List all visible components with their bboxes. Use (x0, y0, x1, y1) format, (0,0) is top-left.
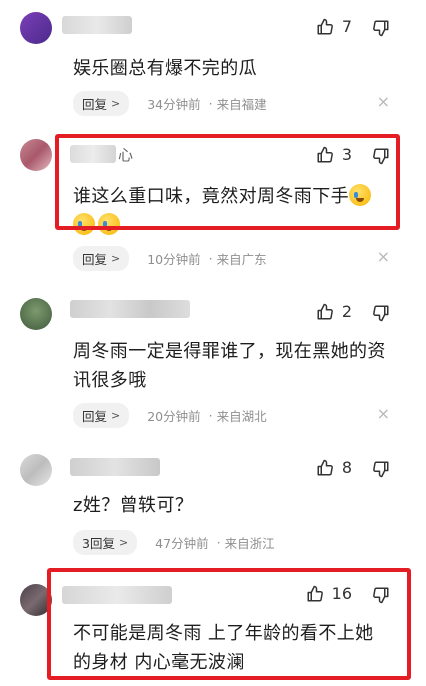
close-icon[interactable]: × (377, 92, 390, 111)
username-blurred[interactable] (70, 458, 160, 476)
like-button[interactable]: 7 (316, 17, 352, 36)
comment-text: z姓？曾轶可？ (73, 495, 194, 516)
like-count: 3 (341, 145, 352, 164)
like-count: 2 (341, 302, 352, 321)
crying-laugh-emoji (349, 184, 371, 206)
thumbs-down-icon[interactable] (372, 304, 390, 322)
thumbs-up-icon (317, 303, 333, 319)
username-fragment: 心 (118, 146, 134, 164)
avatar[interactable] (20, 139, 52, 171)
comment-time: 34分钟前 (147, 97, 201, 112)
reply-button[interactable]: 回复 > (73, 91, 130, 116)
close-icon[interactable]: × (377, 404, 390, 423)
separator: · (208, 251, 213, 266)
thumbs-down-icon[interactable] (372, 586, 390, 604)
comment-location: 来自湖北 (216, 409, 267, 424)
comment-meta: 回复 > 34分钟前 · 来自福建 (73, 91, 267, 116)
emoji-row (73, 213, 123, 235)
like-count: 16 (331, 584, 352, 603)
thumbs-up-icon (317, 18, 333, 34)
comment-text: 不可能是周冬雨 上了年龄的看不上她的身材 内心毫无波澜 (73, 623, 374, 673)
reply-label: 回复 (82, 409, 108, 424)
comment-item: 心 3 谁这么重口味，竟然对周冬雨下手 回复 > 10分钟前 · 来自广东 × (0, 125, 426, 280)
crying-laugh-emoji (73, 213, 95, 235)
reply-button[interactable]: 回复 > (73, 246, 130, 271)
reply-button[interactable]: 回复 > (73, 403, 130, 428)
username-blurred[interactable] (70, 145, 116, 163)
comment-meta: 回复 > 20分钟前 · 来自湖北 (73, 403, 267, 428)
comment-text: 周冬雨一定是得罪谁了，现在黑她的资讯很多哦 (73, 341, 386, 391)
separator: · (216, 535, 221, 550)
comment-location: 来自广东 (216, 252, 267, 267)
username-blurred[interactable] (62, 586, 172, 604)
crying-laugh-emoji (98, 213, 120, 235)
comment-location: 来自福建 (216, 97, 267, 112)
comment-item: 7 娱乐圈总有爆不完的瓜 回复 > 34分钟前 · 来自福建 × (0, 0, 426, 125)
thumbs-up-icon (307, 585, 323, 601)
comment-meta: 回复 > 10分钟前 · 来自广东 (73, 246, 267, 271)
separator: · (208, 96, 213, 111)
comment-text: 娱乐圈总有爆不完的瓜 (73, 58, 257, 79)
comment-item: 2 周冬雨一定是得罪谁了，现在黑她的资讯很多哦 回复 > 20分钟前 · 来自湖… (0, 280, 426, 440)
comment-time: 10分钟前 (147, 252, 201, 267)
thumbs-down-icon[interactable] (372, 19, 390, 37)
close-icon[interactable]: × (377, 247, 390, 266)
comment-time: 20分钟前 (147, 409, 201, 424)
comment-text: 谁这么重口味，竟然对周冬雨下手 (73, 182, 396, 211)
like-count: 7 (341, 17, 352, 36)
reply-label: 回复 (82, 97, 108, 112)
username-blurred[interactable] (62, 16, 132, 34)
comment-time: 47分钟前 (155, 536, 209, 551)
avatar[interactable] (20, 454, 52, 486)
chevron-right-icon: > (111, 97, 121, 110)
chevron-right-icon: > (118, 536, 129, 549)
comment-item: 16 不可能是周冬雨 上了年龄的看不上她的身材 内心毫无波澜 (0, 570, 426, 686)
avatar[interactable] (20, 584, 52, 616)
thumbs-up-icon (317, 146, 333, 162)
reply-label: 回复 (82, 252, 108, 267)
reply-label: 3回复 (82, 536, 115, 551)
like-button[interactable]: 2 (316, 302, 352, 321)
like-button[interactable]: 8 (316, 458, 352, 477)
like-button[interactable]: 16 (306, 584, 352, 603)
like-button[interactable]: 3 (316, 145, 352, 164)
thumbs-down-icon[interactable] (372, 147, 390, 165)
chevron-right-icon: > (111, 409, 121, 422)
avatar[interactable] (20, 12, 52, 44)
comment-meta: 3回复 > 47分钟前 · 来自浙江 (73, 530, 275, 555)
thumbs-up-icon (317, 459, 333, 475)
separator: · (208, 408, 213, 423)
chevron-right-icon: > (111, 252, 121, 265)
like-count: 8 (341, 458, 352, 477)
avatar[interactable] (20, 298, 52, 330)
thumbs-down-icon[interactable] (372, 460, 390, 478)
comment-location: 来自浙江 (224, 536, 275, 551)
username-blurred[interactable] (70, 300, 190, 318)
reply-button[interactable]: 3回复 > (73, 530, 138, 555)
comment-item: 8 z姓？曾轶可？ 3回复 > 47分钟前 · 来自浙江 (0, 440, 426, 570)
